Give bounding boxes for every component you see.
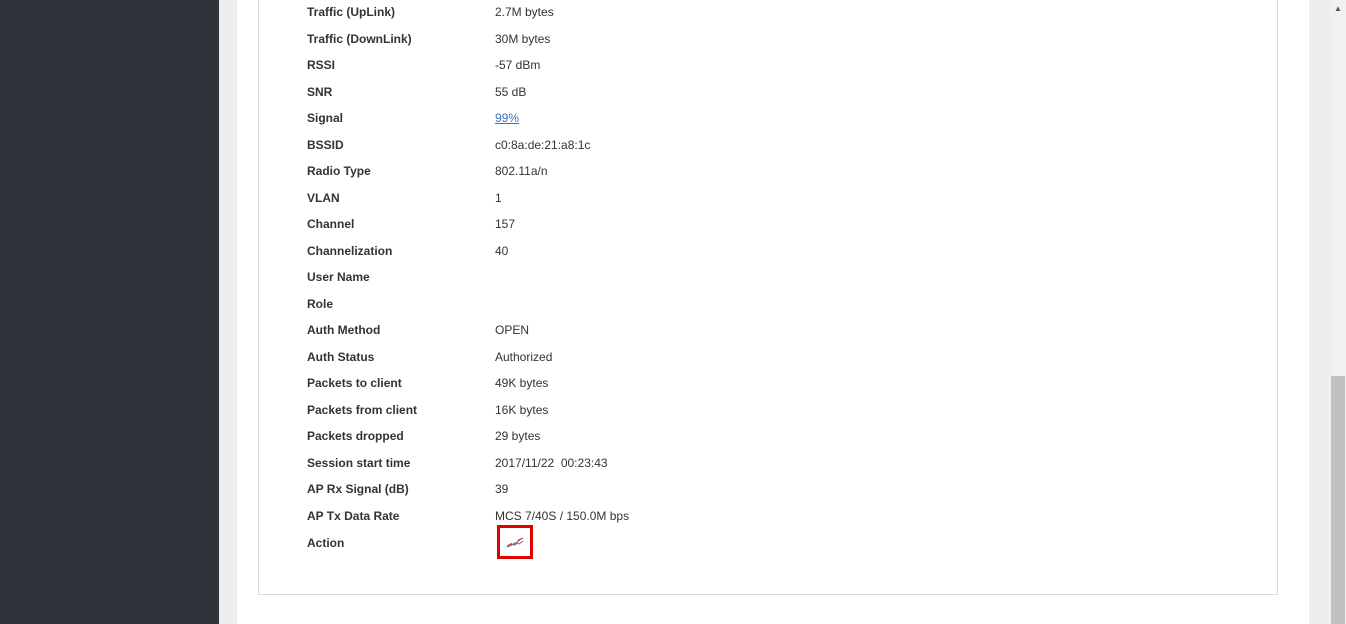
field-value: 16K bytes — [495, 402, 549, 417]
chart-trend-icon[interactable] — [506, 536, 524, 548]
field-value: 1 — [495, 190, 502, 205]
row-rssi: RSSI -57 dBm — [307, 52, 807, 79]
row-action: Action — [307, 530, 807, 557]
row-user-name: User Name — [307, 264, 807, 291]
field-label: Packets dropped — [307, 429, 404, 444]
scroll-up-arrow-icon[interactable]: ▲ — [1330, 0, 1346, 16]
field-value: 39 — [495, 482, 509, 497]
field-value: 30M bytes — [495, 31, 551, 46]
field-label: SNR — [307, 84, 333, 99]
field-label: AP Rx Signal (dB) — [307, 482, 409, 497]
field-value: 2.7M bytes — [495, 5, 554, 20]
field-value: 49K bytes — [495, 376, 549, 391]
field-value: MCS 7/40S / 150.0M bps — [495, 508, 630, 523]
field-label: AP Tx Data Rate — [307, 508, 400, 523]
row-auth-status: Auth Status Authorized — [307, 344, 807, 371]
field-label: Packets to client — [307, 376, 402, 391]
field-value: -57 dBm — [495, 58, 541, 73]
row-ap-rx-signal: AP Rx Signal (dB) 39 — [307, 476, 807, 503]
signal-link[interactable]: 99% — [495, 111, 519, 125]
field-label: Action — [307, 536, 345, 551]
row-role: Role — [307, 291, 807, 318]
scroll-thumb[interactable] — [1331, 376, 1345, 624]
field-label: User Name — [307, 270, 370, 285]
field-label: Signal — [307, 111, 344, 126]
row-packets-to-client: Packets to client 49K bytes — [307, 370, 807, 397]
field-label: Radio Type — [307, 164, 371, 179]
field-label: Traffic (UpLink) — [307, 5, 396, 20]
field-label: Session start time — [307, 455, 411, 470]
row-ap-tx-data-rate: AP Tx Data Rate MCS 7/40S / 150.0M bps — [307, 503, 807, 530]
row-radio-type: Radio Type 802.11a/n — [307, 158, 807, 185]
row-packets-from-client: Packets from client 16K bytes — [307, 397, 807, 424]
row-bssid: BSSID c0:8a:de:21:a8:1c — [307, 132, 807, 159]
action-highlight[interactable] — [497, 525, 533, 559]
field-label: Channelization — [307, 243, 393, 258]
row-session-start-time: Session start time 2017/11/22 00:23:43 — [307, 450, 807, 477]
field-value: OPEN — [495, 323, 530, 338]
field-value: 29 bytes — [495, 429, 541, 444]
field-label: VLAN — [307, 190, 340, 205]
row-channel: Channel 157 — [307, 211, 807, 238]
field-label: Auth Method — [307, 323, 381, 338]
field-value: 2017/11/22 00:23:43 — [495, 455, 608, 470]
row-signal: Signal 99% — [307, 105, 807, 132]
row-vlan: VLAN 1 — [307, 185, 807, 212]
field-value: 40 — [495, 243, 509, 258]
field-value: 802.11a/n — [495, 164, 548, 179]
field-label: Packets from client — [307, 402, 418, 417]
row-channelization: Channelization 40 — [307, 238, 807, 265]
vertical-scrollbar[interactable]: ▲ — [1330, 0, 1346, 624]
sidebar — [0, 0, 219, 624]
field-label: Traffic (DownLink) — [307, 31, 412, 46]
field-value: Authorized — [495, 349, 553, 364]
field-value: 157 — [495, 217, 516, 232]
field-label: Channel — [307, 217, 355, 232]
row-packets-dropped: Packets dropped 29 bytes — [307, 423, 807, 450]
field-label: BSSID — [307, 137, 344, 152]
field-label: Role — [307, 296, 334, 311]
row-traffic-downlink: Traffic (DownLink) 30M bytes — [307, 26, 807, 53]
row-auth-method: Auth Method OPEN — [307, 317, 807, 344]
row-traffic-uplink: Traffic (UpLink) 2.7M bytes — [307, 0, 807, 26]
row-snr: SNR 55 dB — [307, 79, 807, 106]
field-value: 55 dB — [495, 84, 527, 99]
field-value: c0:8a:de:21:a8:1c — [495, 137, 591, 152]
field-label: Auth Status — [307, 349, 375, 364]
field-label: RSSI — [307, 58, 336, 73]
